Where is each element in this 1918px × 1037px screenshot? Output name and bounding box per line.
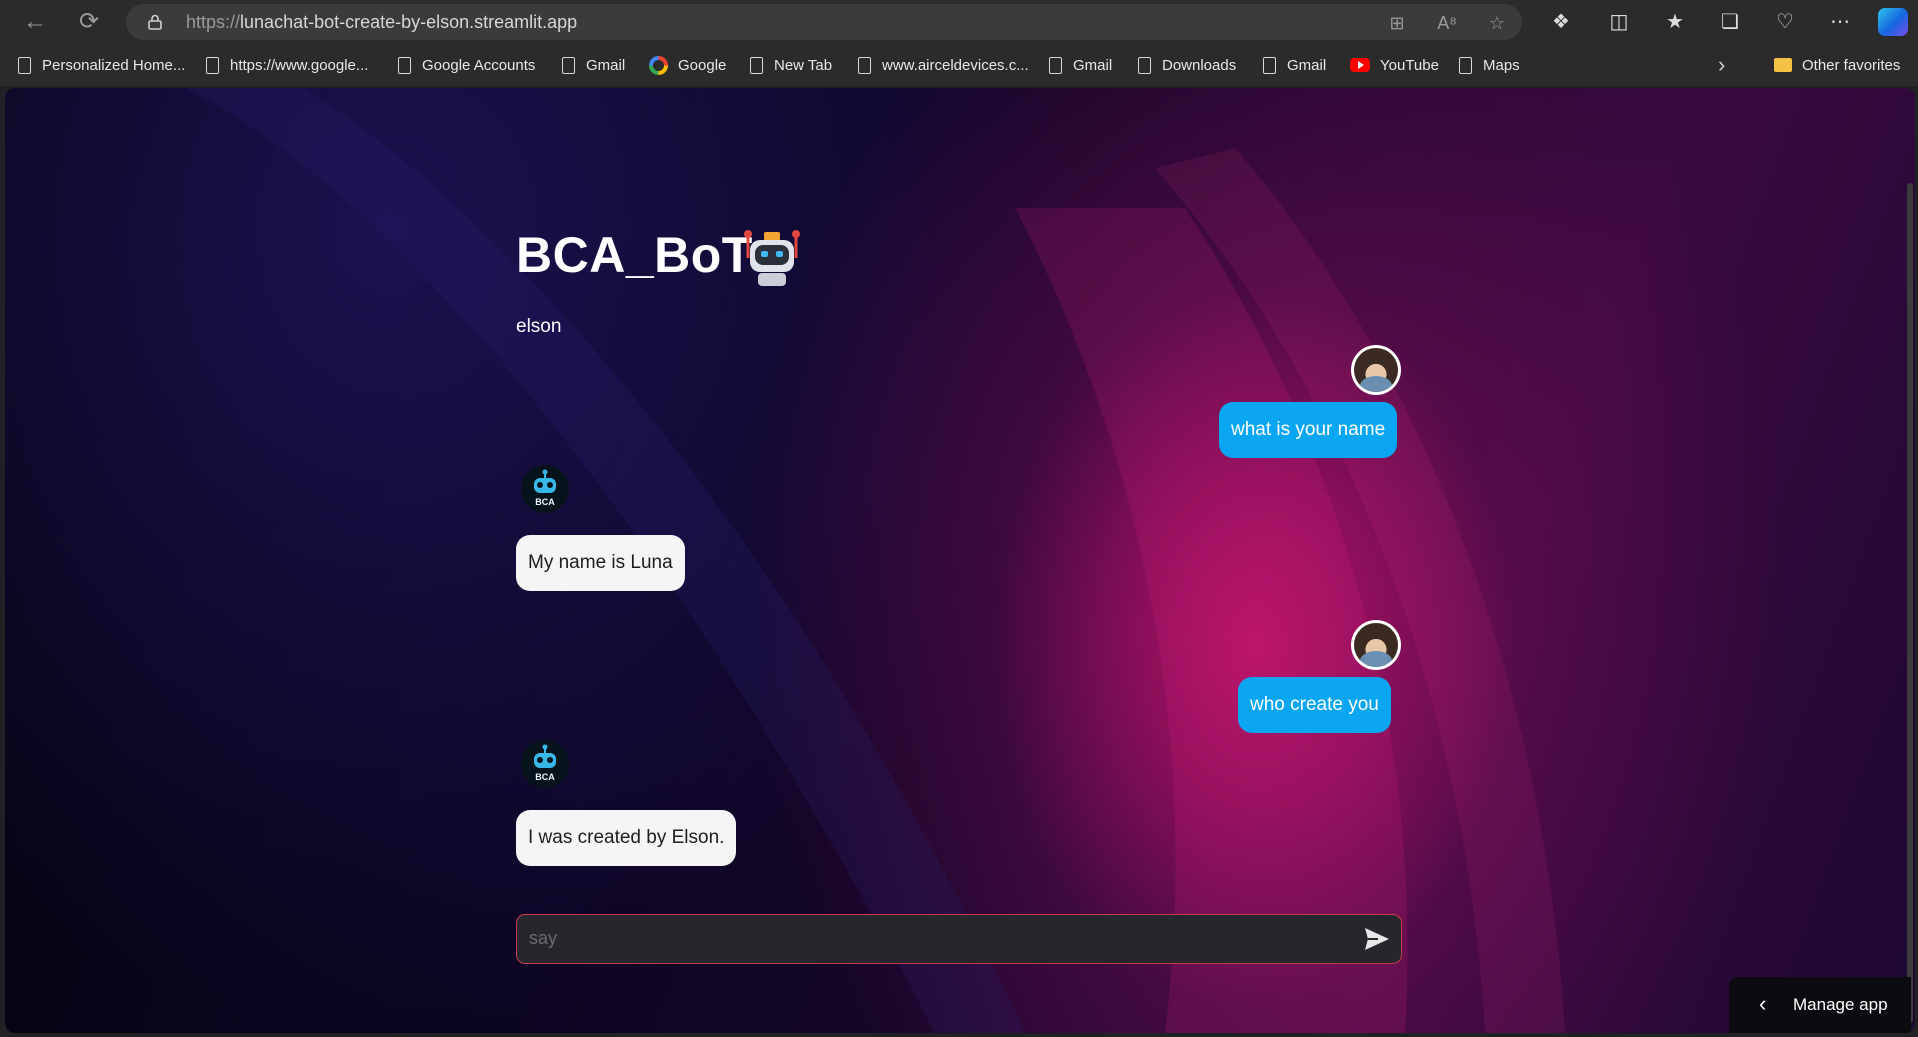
split-screen-icon[interactable]: ◫	[1606, 9, 1632, 35]
browser-toolbar: ← ⟳ https://lunachat-bot-create-by-elson…	[0, 0, 1918, 44]
bookmark-label: Gmail	[1287, 56, 1327, 74]
bookmark-item[interactable]: Google Accounts	[398, 54, 535, 76]
other-favorites-label: Other favorites	[1802, 56, 1901, 74]
page-icon	[858, 56, 871, 74]
url-text[interactable]: https://lunachat-bot-create-by-elson.str…	[186, 12, 577, 33]
user-avatar-image	[1354, 348, 1398, 392]
streamlit-app: BCA_BoT elson what is your name BCA My n…	[5, 88, 1915, 1033]
user-message: who create you	[1238, 677, 1391, 733]
bookmark-item[interactable]: Personalized Home...	[18, 54, 185, 76]
bookmark-item[interactable]: www.airceldevices.c...	[858, 54, 1029, 76]
bookmark-label: Personalized Home...	[42, 56, 186, 74]
chat-input-container[interactable]	[516, 914, 1402, 964]
page-icon	[398, 56, 411, 74]
browser-essentials-icon[interactable]: ♡	[1772, 9, 1798, 35]
page-icon	[1049, 56, 1062, 74]
chevron-right-icon[interactable]: ›	[1718, 52, 1725, 77]
bookmark-item[interactable]: Maps	[1459, 54, 1520, 76]
lock-icon[interactable]	[148, 14, 162, 30]
chat-input[interactable]	[525, 915, 1345, 962]
page-icon	[750, 56, 763, 74]
favorites-icon[interactable]: ★	[1662, 9, 1688, 35]
bot-avatar: BCA	[521, 740, 569, 788]
url-protocol: https://	[186, 12, 241, 32]
bookmark-label: YouTube	[1380, 56, 1439, 74]
copilot-icon[interactable]	[1878, 8, 1908, 36]
bookmark-label: Google	[678, 56, 727, 74]
bookmark-item[interactable]: Google	[649, 54, 726, 76]
page-icon	[18, 56, 31, 74]
address-bar[interactable]: https://lunachat-bot-create-by-elson.str…	[126, 4, 1522, 40]
bookmark-item[interactable]: Downloads	[1138, 54, 1236, 76]
bot-avatar-label: BCA	[535, 772, 555, 782]
bot-avatar-label: BCA	[535, 497, 555, 507]
user-avatar	[1351, 345, 1401, 395]
back-arrow-icon[interactable]: ←	[20, 7, 50, 37]
other-favorites[interactable]: Other favorites	[1774, 54, 1900, 76]
bookmark-label: Maps	[1483, 56, 1520, 74]
app-available-icon[interactable]: ⊞	[1386, 12, 1408, 34]
page-subtitle: elson	[516, 316, 562, 337]
bookmark-item[interactable]: New Tab	[750, 54, 832, 76]
page-title: BCA_BoT	[516, 227, 753, 283]
scrollbar[interactable]	[1907, 183, 1913, 1023]
folder-icon	[1774, 58, 1792, 72]
assistant-message: My name is Luna	[516, 535, 685, 591]
page-icon	[1138, 56, 1151, 74]
bookmark-item[interactable]: Gmail	[1263, 54, 1326, 76]
page-icon	[562, 56, 575, 74]
bookmark-item[interactable]: Gmail	[562, 54, 625, 76]
youtube-icon	[1350, 58, 1370, 72]
manage-app-label: Manage app	[1793, 995, 1888, 1014]
assistant-message: I was created by Elson.	[516, 810, 737, 866]
google-icon	[649, 55, 668, 75]
manage-app-button[interactable]: ‹ Manage app	[1729, 977, 1911, 1033]
favorite-star-icon[interactable]: ☆	[1486, 12, 1508, 34]
user-avatar	[1351, 620, 1401, 670]
bookmark-label: Google Accounts	[422, 56, 536, 74]
more-options-icon[interactable]: ⋯	[1827, 9, 1853, 35]
bookmark-label: Downloads	[1162, 56, 1237, 74]
bookmark-item[interactable]: Gmail	[1049, 54, 1112, 76]
page-icon	[1263, 56, 1276, 74]
bookmark-label: Gmail	[586, 56, 626, 74]
background-swoosh	[185, 88, 1565, 1033]
bookmarks-bar: Personalized Home... https://www.google.…	[0, 44, 1918, 86]
bookmark-label: Gmail	[1073, 56, 1113, 74]
chevron-left-icon: ‹	[1759, 991, 1767, 1016]
collections-icon[interactable]: ❏	[1717, 9, 1743, 35]
page-icon	[206, 56, 219, 74]
extensions-icon[interactable]: ❖	[1548, 9, 1574, 35]
user-message: what is your name	[1219, 402, 1398, 458]
url-host: lunachat-bot-create-by-elson.streamlit.a…	[240, 12, 578, 32]
bot-avatar: BCA	[521, 465, 569, 513]
user-avatar-image	[1354, 623, 1398, 667]
refresh-icon[interactable]: ⟳	[74, 7, 104, 37]
page-icon	[1459, 56, 1472, 74]
read-aloud-icon[interactable]: A⁸	[1436, 12, 1458, 34]
bookmark-label: www.airceldevices.c...	[882, 56, 1029, 74]
bookmark-label: New Tab	[774, 56, 833, 74]
robot-emoji-icon	[744, 230, 800, 286]
bookmark-item[interactable]: YouTube	[1350, 54, 1439, 76]
bookmark-label: https://www.google...	[230, 56, 369, 74]
bookmark-item[interactable]: https://www.google...	[206, 54, 368, 76]
send-icon[interactable]	[1363, 926, 1391, 952]
